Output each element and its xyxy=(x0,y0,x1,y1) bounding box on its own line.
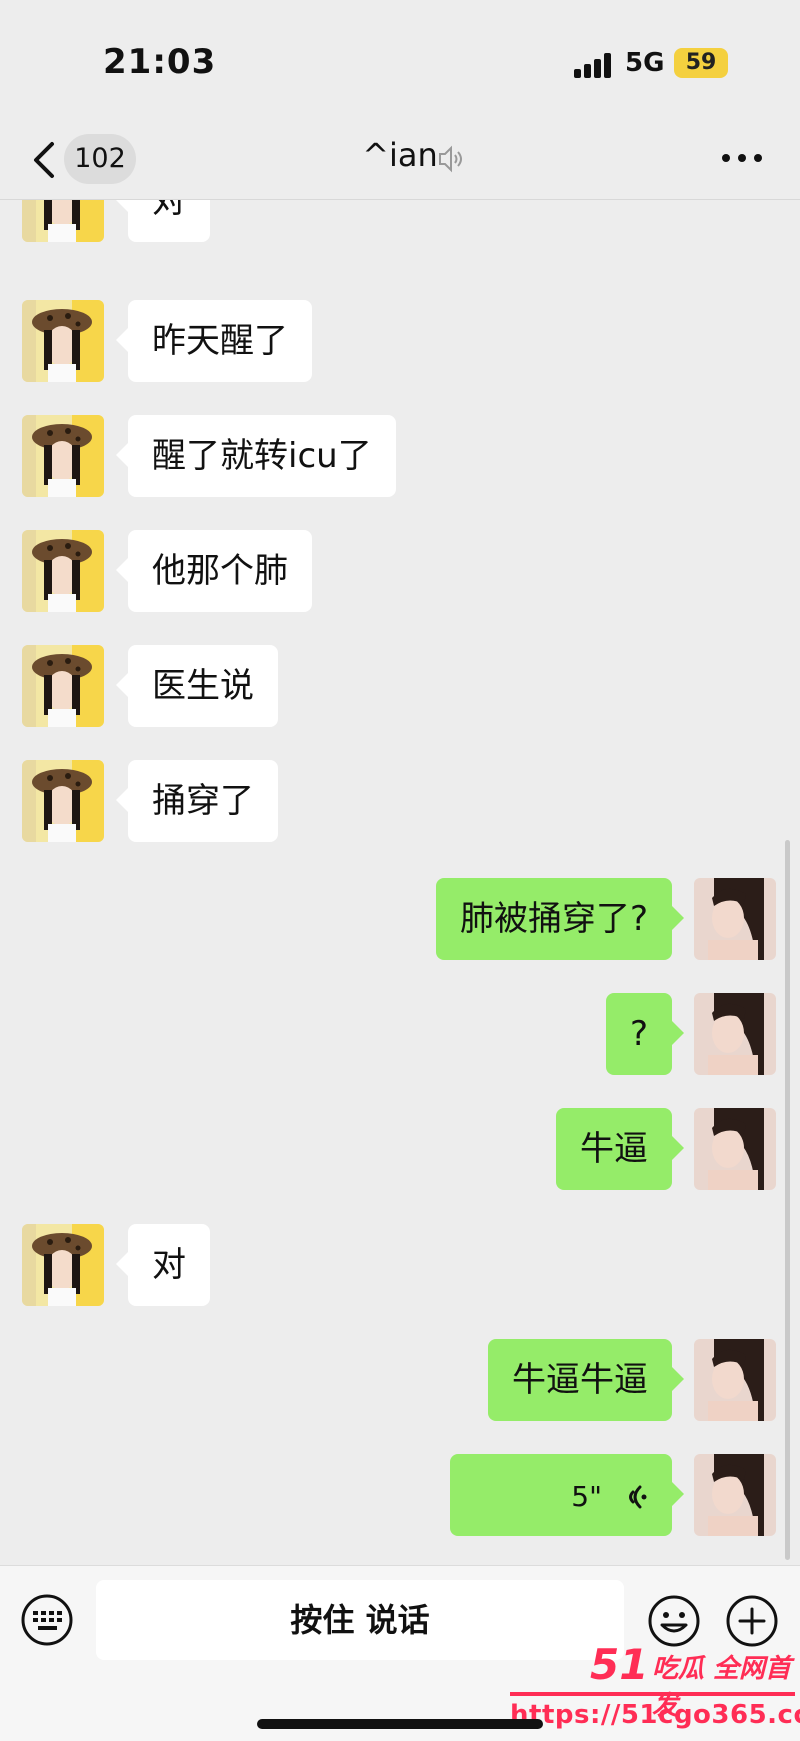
message-row: 肺被捅穿了? xyxy=(0,878,800,960)
watermark-url: https://51cgo365.com xyxy=(510,1700,800,1730)
message-bubble[interactable]: 他那个肺 xyxy=(116,530,312,612)
self-avatar[interactable] xyxy=(694,1454,776,1536)
mute-notifications-icon xyxy=(439,145,462,173)
contact-avatar[interactable] xyxy=(22,530,104,612)
message-row: 醒了就转icu了 xyxy=(0,415,800,497)
message-bubble[interactable]: 牛逼牛逼 xyxy=(488,1339,684,1421)
message-row: 对 xyxy=(0,200,800,242)
home-indicator[interactable] xyxy=(257,1719,543,1729)
status-bar: 21:03 5G 59 xyxy=(0,0,800,120)
message-row: 牛逼牛逼 xyxy=(0,1339,800,1421)
message-row: 他那个肺 xyxy=(0,530,800,612)
message-row: 牛逼 xyxy=(0,1108,800,1190)
message-row: ? xyxy=(0,993,800,1075)
message-list[interactable]: 对 昨天醒了 醒了就转icu了 他那个肺 医生说 捅穿了 肺被捅穿了? ? 牛逼… xyxy=(0,200,800,1565)
message-bubble[interactable]: 医生说 xyxy=(116,645,278,727)
input-bar: 按住 说话 51 吃瓜 全网首发 https://51cgo365.com xyxy=(0,1565,800,1741)
battery-indicator: 59 xyxy=(674,48,728,78)
self-avatar[interactable] xyxy=(694,878,776,960)
voice-message-bubble[interactable]: 5" xyxy=(450,1454,684,1536)
self-avatar[interactable] xyxy=(694,1339,776,1421)
contact-avatar[interactable] xyxy=(22,645,104,727)
voice-duration: 5" xyxy=(571,1480,602,1513)
chat-header: 102 ^ian xyxy=(0,120,800,200)
status-time: 21:03 xyxy=(103,42,217,82)
message-bubble[interactable]: 昨天醒了 xyxy=(116,300,312,382)
message-bubble[interactable]: 捅穿了 xyxy=(116,760,278,842)
watermark: 51 吃瓜 全网首发 https://51cgo365.com xyxy=(500,1640,800,1740)
message-bubble[interactable]: 肺被捅穿了? xyxy=(435,878,685,960)
message-bubble[interactable]: ? xyxy=(605,993,685,1075)
message-bubble[interactable]: 对 xyxy=(116,200,210,242)
message-row: 对 xyxy=(0,1224,800,1306)
message-bubble[interactable]: 牛逼 xyxy=(556,1108,684,1190)
self-avatar[interactable] xyxy=(694,993,776,1075)
contact-avatar[interactable] xyxy=(22,760,104,842)
cellular-signal-icon xyxy=(574,52,614,78)
message-row: 医生说 xyxy=(0,645,800,727)
message-bubble[interactable]: 对 xyxy=(116,1224,210,1306)
self-avatar[interactable] xyxy=(694,1108,776,1190)
contact-avatar[interactable] xyxy=(22,1224,104,1306)
network-type: 5G xyxy=(625,48,665,78)
message-row: 捅穿了 xyxy=(0,760,800,842)
watermark-number: 51 xyxy=(590,1640,649,1689)
scrollbar[interactable] xyxy=(785,840,790,1560)
keyboard-icon[interactable] xyxy=(20,1593,74,1647)
message-row: 5" xyxy=(0,1454,800,1536)
contact-avatar[interactable] xyxy=(22,300,104,382)
message-bubble[interactable]: 醒了就转icu了 xyxy=(116,415,396,497)
chat-title: ^ian xyxy=(362,136,438,174)
contact-avatar[interactable] xyxy=(22,415,104,497)
watermark-divider xyxy=(510,1692,795,1696)
voice-wave-icon xyxy=(629,1485,647,1508)
contact-avatar[interactable] xyxy=(22,200,104,242)
more-options-icon[interactable] xyxy=(720,146,764,170)
message-row: 昨天醒了 xyxy=(0,300,800,382)
